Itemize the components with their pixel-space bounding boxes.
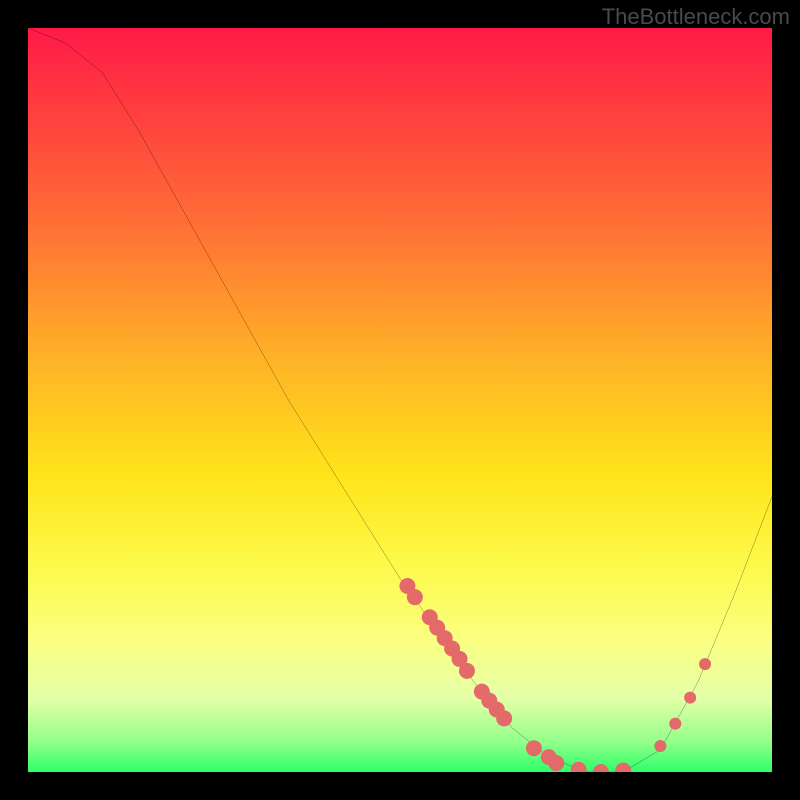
chart-svg [28,28,772,772]
data-marker [699,658,711,670]
data-marker [526,740,542,756]
data-marker [615,763,631,772]
data-marker [407,589,423,605]
data-markers [399,578,711,772]
data-marker [669,718,681,730]
data-marker [459,663,475,679]
data-marker [684,692,696,704]
data-marker [593,764,609,772]
data-marker [496,710,512,726]
data-marker [548,755,564,771]
data-marker [571,762,587,772]
frame: TheBottleneck.com [0,0,800,800]
data-marker [654,740,666,752]
watermark-text: TheBottleneck.com [602,4,790,30]
bottleneck-curve [28,28,772,772]
